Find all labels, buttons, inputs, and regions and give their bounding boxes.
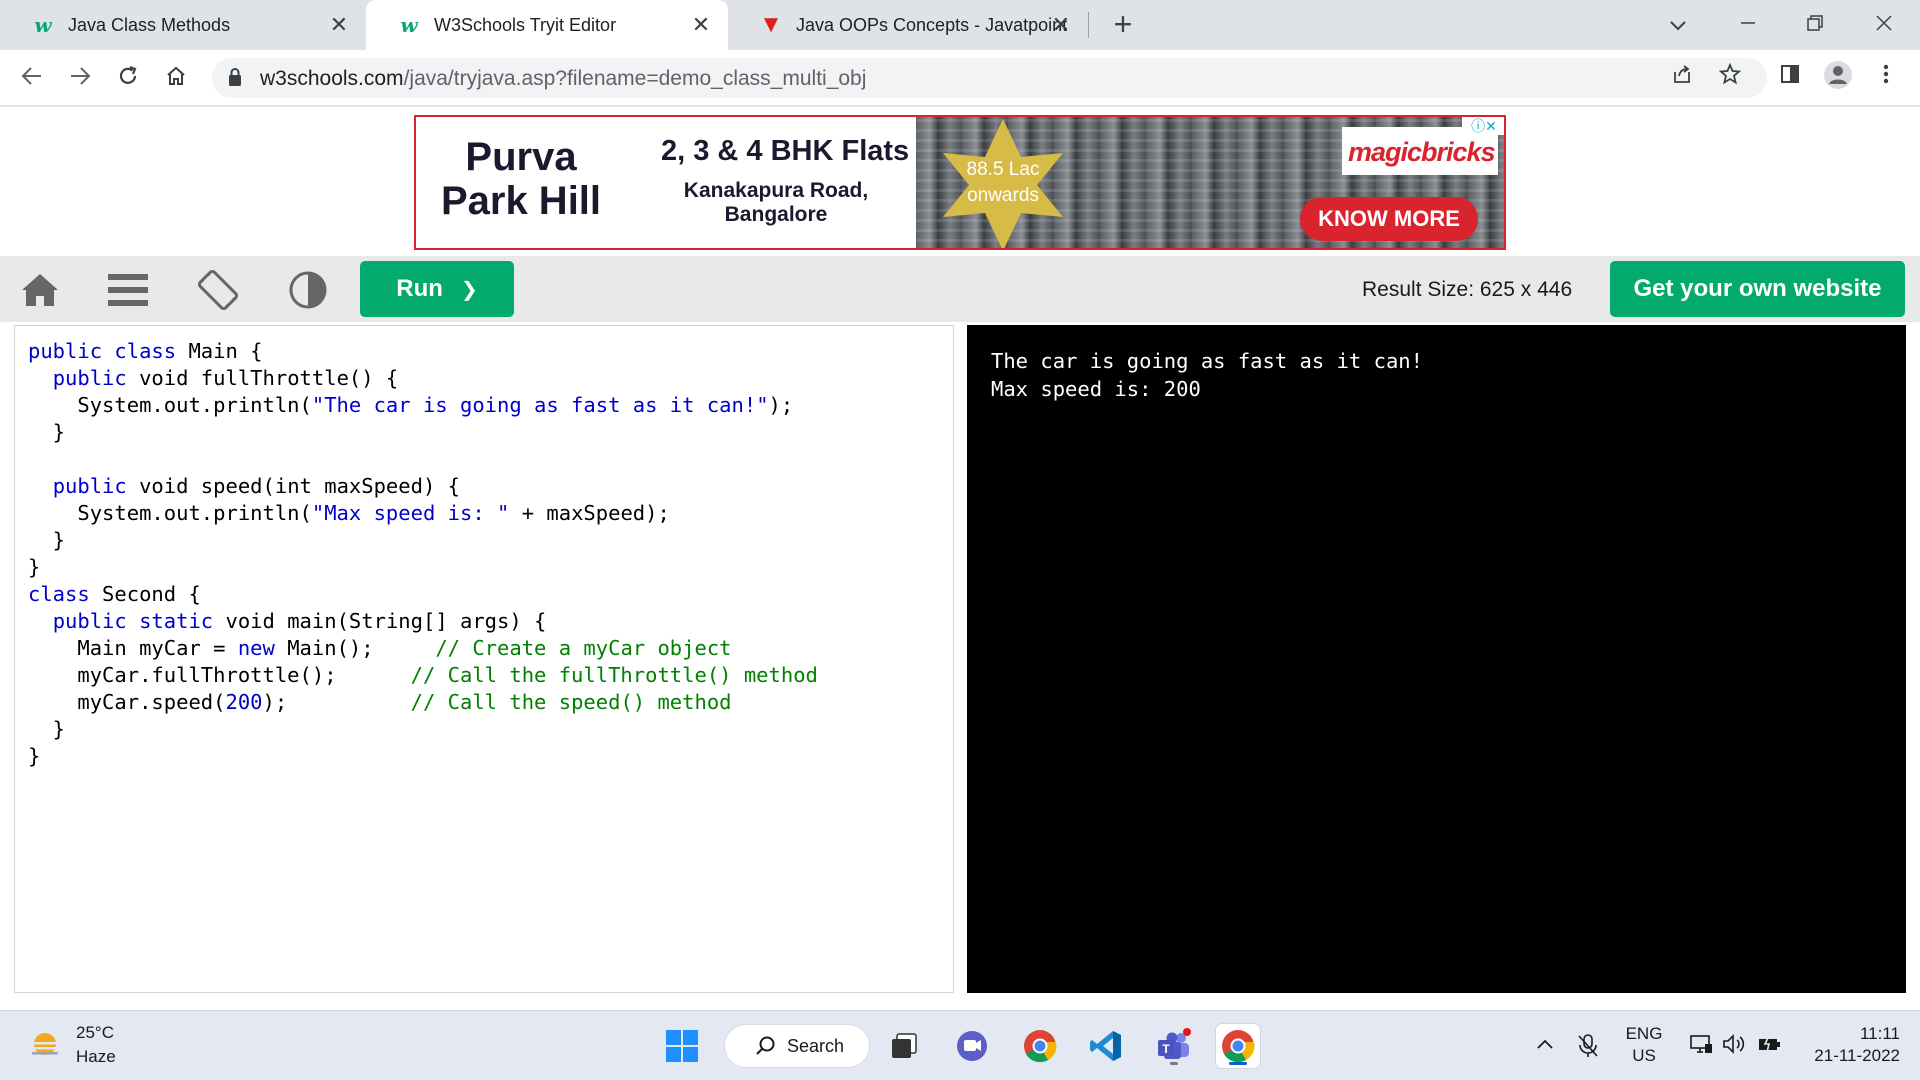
taskbar-search-label: Search	[787, 1035, 845, 1056]
tab-javatpoint[interactable]: ▼ Java OOPs Concepts - Javatpoint ✕	[728, 0, 1088, 50]
taskbar-search-box[interactable]: Search	[724, 1024, 870, 1068]
ad-project-line2: Park Hill	[440, 179, 602, 223]
url-text: w3schools.com/java/tryjava.asp?filename=…	[260, 67, 866, 91]
close-window-button[interactable]	[1866, 8, 1902, 42]
close-icon[interactable]: ✕	[688, 12, 714, 38]
close-icon[interactable]: ✕	[326, 12, 352, 38]
teams-chat-icon[interactable]	[950, 1024, 994, 1068]
tab-w3schools-tryit-editor[interactable]: w W3Schools Tryit Editor ✕	[366, 0, 728, 50]
result-size-label: Result Size: 625 x 446	[1362, 278, 1573, 301]
output-line: The car is going as fast as it can!	[991, 349, 1423, 373]
ad-location: Kanakapura Road, Bangalore	[666, 179, 886, 227]
share-icon[interactable]	[1664, 60, 1700, 96]
language-line1: ENG	[1625, 1024, 1663, 1043]
browser-toolbar: w3schools.com/java/tryjava.asp?filename=…	[0, 50, 1920, 106]
chrome-active-icon[interactable]	[1216, 1024, 1260, 1068]
windows-start-icon[interactable]	[660, 1024, 704, 1068]
task-view-icon[interactable]	[882, 1024, 926, 1068]
output-text: The car is going as fast as it can! Max s…	[991, 347, 1423, 403]
back-arrow-icon[interactable]	[14, 60, 50, 96]
weather-condition: Haze	[76, 1047, 116, 1066]
language-indicator[interactable]: ENG US	[1622, 1023, 1666, 1067]
ad-project-line1: Purva	[465, 135, 577, 179]
home-icon[interactable]	[158, 60, 194, 96]
haze-weather-icon[interactable]	[28, 1029, 62, 1063]
result-output-panel: The car is going as fast as it can! Max s…	[967, 325, 1906, 993]
tab-title: W3Schools Tryit Editor	[434, 14, 617, 35]
url-host: w3schools.com	[260, 67, 404, 90]
menu-dots-icon[interactable]	[1868, 60, 1904, 96]
ad-location-line1: Kanakapura Road,	[683, 179, 869, 202]
microphone-muted-icon[interactable]	[1574, 1033, 1602, 1065]
tab-search-chevron-icon[interactable]	[1660, 8, 1696, 42]
tab-java-class-methods[interactable]: w Java Class Methods ✕	[0, 0, 366, 50]
run-button[interactable]: Run ❯	[360, 261, 514, 317]
teams-icon[interactable]: T	[1152, 1024, 1196, 1068]
code-editor[interactable]: public class Main { public void fullThro…	[14, 325, 954, 993]
chevron-right-icon: ❯	[460, 278, 478, 301]
rotate-layout-icon[interactable]	[196, 268, 240, 312]
url-path: /java/tryjava.asp?filename=demo_class_mu…	[403, 67, 867, 90]
tab-title: Java OOPs Concepts - Javatpoint	[796, 14, 1068, 35]
svg-text:T: T	[1162, 1042, 1170, 1056]
ad-price: 88.5 Lac onwards	[936, 157, 1070, 209]
chrome-icon[interactable]	[1018, 1024, 1062, 1068]
address-bar[interactable]: w3schools.com/java/tryjava.asp?filename=…	[212, 58, 1767, 98]
close-icon[interactable]: ✕	[1048, 12, 1074, 38]
app-active-indicator	[1229, 1062, 1247, 1065]
code-text[interactable]: public class Main { public void fullThro…	[28, 338, 818, 770]
forward-arrow-icon[interactable]	[62, 60, 98, 96]
volume-icon[interactable]	[1720, 1033, 1748, 1061]
minimize-button[interactable]	[1730, 8, 1766, 42]
bookmark-star-icon[interactable]	[1712, 60, 1748, 96]
get-your-own-website-button[interactable]: Get your own website	[1610, 261, 1905, 317]
weather-temperature: 25°C	[76, 1023, 114, 1042]
windows-taskbar: 25°C Haze Search T ENG US 11:11 21-11-20…	[0, 1010, 1920, 1080]
w3schools-icon: w	[34, 13, 52, 37]
output-line: Max speed is: 200	[991, 377, 1201, 401]
w3schools-icon: w	[400, 13, 418, 37]
menu-icon[interactable]	[106, 268, 150, 312]
adchoices-close-icon[interactable]: ⓘ✕	[1462, 117, 1504, 135]
chevron-up-icon[interactable]	[1534, 1033, 1556, 1056]
vscode-icon[interactable]	[1084, 1024, 1128, 1068]
theme-toggle-icon[interactable]	[286, 268, 330, 312]
ad-price-line1: 88.5 Lac	[966, 159, 1040, 180]
page-content: Purva Park Hill 2, 3 & 4 BHK Flats Kanak…	[0, 107, 1920, 1010]
ad-brand-text: magicbricks	[1348, 137, 1496, 167]
ad-location-line2: Bangalore	[724, 203, 828, 226]
app-running-indicator	[1170, 1062, 1178, 1065]
ad-project-name: Purva Park Hill	[436, 135, 606, 223]
javatpoint-icon: ▼	[759, 11, 783, 38]
ad-price-line2: onwards	[967, 185, 1039, 206]
lock-icon	[229, 68, 241, 86]
tab-title: Java Class Methods	[68, 14, 231, 35]
run-label: Run	[396, 275, 443, 302]
clock-date: 21-11-2022	[1814, 1046, 1900, 1065]
ad-headline: 2, 3 & 4 BHK Flats	[661, 135, 910, 167]
restore-button[interactable]	[1797, 8, 1833, 42]
know-more-button[interactable]: KNOW MORE	[1300, 197, 1478, 241]
clock-time: 11:11	[1859, 1024, 1900, 1043]
network-icon[interactable]	[1688, 1033, 1714, 1061]
reload-icon[interactable]	[110, 60, 146, 96]
system-clock[interactable]: 11:11 21-11-2022	[1800, 1023, 1900, 1067]
ad-banner[interactable]: Purva Park Hill 2, 3 & 4 BHK Flats Kanak…	[414, 115, 1506, 250]
browser-tab-strip: w Java Class Methods ✕ w W3Schools Tryit…	[0, 0, 1920, 50]
search-icon	[756, 1036, 775, 1055]
profile-avatar-icon[interactable]	[1820, 60, 1856, 96]
battery-charging-icon[interactable]	[1756, 1033, 1784, 1061]
tab-separator	[1088, 12, 1089, 38]
language-line2: US	[1632, 1046, 1656, 1065]
tryit-toolbar: Run ❯ Result Size: 625 x 446 Get your ow…	[0, 256, 1920, 322]
new-tab-button[interactable]: +	[1106, 8, 1140, 42]
home-icon[interactable]	[18, 268, 62, 312]
side-panel-icon[interactable]	[1772, 60, 1808, 96]
